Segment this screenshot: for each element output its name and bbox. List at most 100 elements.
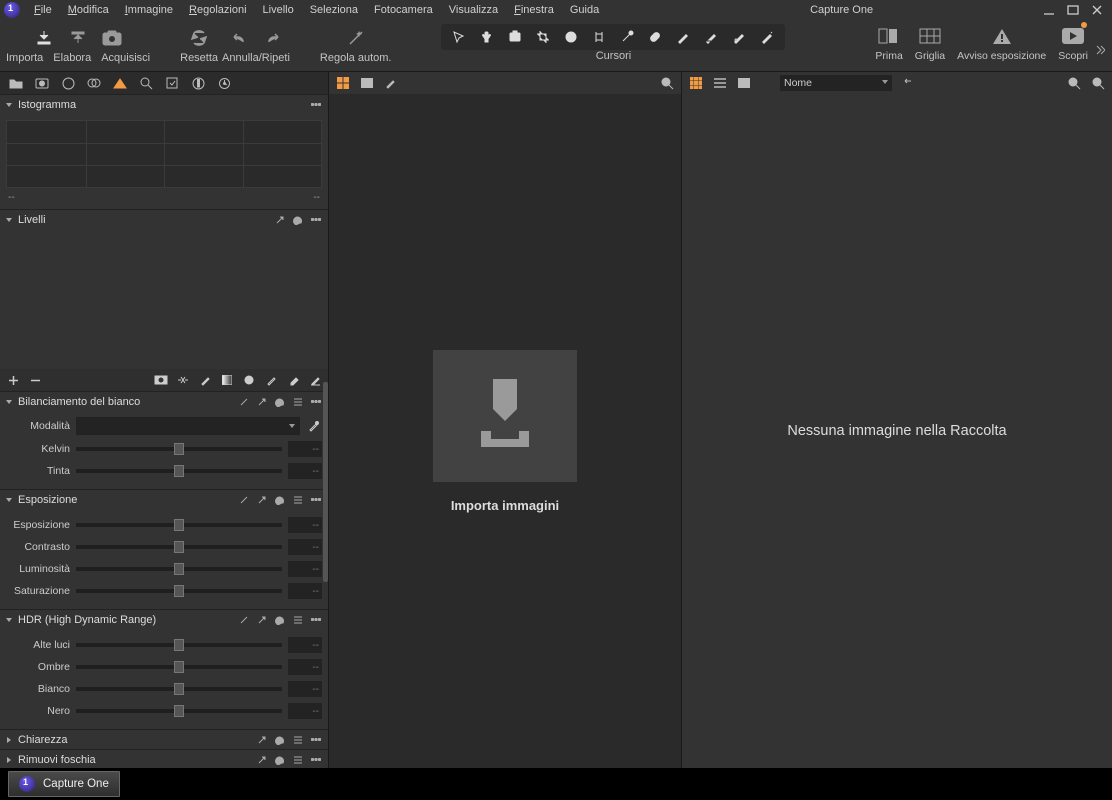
panel-reset-icon[interactable] — [274, 734, 286, 746]
browser-grid-icon[interactable] — [688, 75, 704, 91]
browser-list-icon[interactable] — [712, 75, 728, 91]
panel-menu-icon[interactable] — [310, 754, 322, 766]
import-dropzone[interactable] — [433, 350, 577, 482]
cursor-mask-draw-icon[interactable] — [675, 29, 691, 45]
panel-hdr-header[interactable]: HDR (High Dynamic Range) — [0, 609, 328, 629]
cursor-loupe-icon[interactable] — [507, 29, 523, 45]
menu-fotocamera[interactable]: Fotocamera — [366, 0, 441, 20]
panel-autoadjust-icon[interactable] — [238, 396, 250, 408]
cursor-pan-icon[interactable] — [479, 29, 495, 45]
hdr-value-0[interactable]: -- — [288, 637, 322, 653]
cursor-heal-icon[interactable] — [647, 29, 663, 45]
hdr-value-1[interactable]: -- — [288, 659, 322, 675]
panel-undock-icon[interactable] — [274, 214, 286, 226]
panel-undock-icon[interactable] — [256, 754, 268, 766]
window-maximize-icon[interactable] — [1066, 3, 1080, 17]
undo-icon[interactable] — [229, 28, 249, 48]
panel-menu-icon[interactable] — [310, 214, 322, 226]
menu-guida[interactable]: Guida — [562, 0, 607, 20]
panel-wb-header[interactable]: Bilanciamento del bianco — [0, 391, 328, 411]
cursor-mask-erase-icon[interactable] — [703, 29, 719, 45]
browser-filmstrip-icon[interactable] — [736, 75, 752, 91]
panel-preset-icon[interactable] — [292, 494, 304, 506]
panel-preset-icon[interactable] — [292, 754, 304, 766]
hdr-slider-1[interactable] — [76, 665, 282, 669]
exposure-value-2[interactable]: -- — [288, 561, 322, 577]
exposure-slider-0[interactable] — [76, 523, 282, 527]
tab-color-icon[interactable] — [112, 75, 128, 91]
panel-undock-icon[interactable] — [256, 614, 268, 626]
exposure-value-1[interactable]: -- — [288, 539, 322, 555]
tab-metadata-icon[interactable] — [190, 75, 206, 91]
toolbar-overflow-icon[interactable] — [1094, 24, 1106, 76]
capture-icon[interactable] — [102, 28, 122, 48]
tab-library-icon[interactable] — [8, 75, 24, 91]
cursor-gradient-icon[interactable] — [731, 29, 747, 45]
sidebar-scrollbar[interactable] — [323, 382, 328, 582]
cursor-rotate-icon[interactable] — [563, 29, 579, 45]
panel-menu-icon[interactable] — [310, 99, 322, 111]
import-icon[interactable] — [34, 28, 54, 48]
fill-mask-icon[interactable] — [286, 373, 300, 387]
menu-regolazioni[interactable]: Regolazioni — [181, 0, 255, 20]
exposure-slider-3[interactable] — [76, 589, 282, 593]
hdr-value-2[interactable]: -- — [288, 681, 322, 697]
wb-mode-select[interactable] — [76, 417, 300, 435]
view-grid-icon[interactable] — [335, 75, 351, 91]
hdr-slider-0[interactable] — [76, 643, 282, 647]
exposure-value-0[interactable]: -- — [288, 517, 322, 533]
cursor-keystone-icon[interactable] — [591, 29, 607, 45]
tab-output-icon[interactable] — [216, 75, 232, 91]
discover-button[interactable]: Scopri — [1052, 24, 1094, 62]
exposure-slider-2[interactable] — [76, 567, 282, 571]
cursor-select-icon[interactable] — [451, 29, 467, 45]
luma-mask-icon[interactable] — [154, 373, 168, 387]
menu-file[interactable]: File — [26, 0, 60, 20]
view-single-icon[interactable] — [359, 75, 375, 91]
sort-select[interactable]: Nome — [780, 75, 892, 91]
panel-preset-icon[interactable] — [292, 614, 304, 626]
redo-icon[interactable] — [263, 28, 283, 48]
menu-modifica[interactable]: Modifica — [60, 0, 117, 20]
before-after-button[interactable]: Prima — [869, 24, 908, 62]
wb-kelvin-value[interactable]: -- — [288, 441, 322, 457]
menu-finestra[interactable]: Finestra — [506, 0, 562, 20]
panel-menu-icon[interactable] — [310, 614, 322, 626]
eraser-icon[interactable] — [264, 373, 278, 387]
panel-exposure-header[interactable]: Esposizione — [0, 489, 328, 509]
cursor-crop-icon[interactable] — [535, 29, 551, 45]
panel-reset-icon[interactable] — [274, 494, 286, 506]
menu-seleziona[interactable]: Seleziona — [302, 0, 366, 20]
browser-filter-search-icon[interactable] — [1066, 75, 1082, 91]
tab-crop-icon[interactable] — [86, 75, 102, 91]
panel-dehaze-header[interactable]: Rimuovi foschia — [0, 749, 328, 768]
reset-icon[interactable] — [189, 28, 209, 48]
hdr-slider-3[interactable] — [76, 709, 282, 713]
menu-visualizza[interactable]: Visualizza — [441, 0, 506, 20]
sort-direction-icon[interactable] — [900, 75, 916, 91]
panel-reset-icon[interactable] — [274, 396, 286, 408]
window-close-icon[interactable] — [1090, 3, 1104, 17]
panel-reset-icon[interactable] — [274, 754, 286, 766]
panel-clarity-header[interactable]: Chiarezza — [0, 729, 328, 749]
autoadjust-icon[interactable] — [346, 28, 366, 48]
panel-histogram-header[interactable]: Istogramma — [0, 94, 328, 114]
brush-icon[interactable] — [198, 373, 212, 387]
exposure-slider-1[interactable] — [76, 545, 282, 549]
panel-autoadjust-icon[interactable] — [238, 494, 250, 506]
panel-undock-icon[interactable] — [256, 494, 268, 506]
cursor-radial-icon[interactable] — [759, 29, 775, 45]
exposure-warning-button[interactable]: Avviso esposizione — [951, 24, 1052, 62]
cursor-spot-icon[interactable] — [619, 29, 635, 45]
grid-button[interactable]: Griglia — [909, 24, 951, 62]
panel-preset-icon[interactable] — [292, 396, 304, 408]
panel-preset-icon[interactable] — [292, 734, 304, 746]
panel-reset-icon[interactable] — [292, 214, 304, 226]
panel-menu-icon[interactable] — [310, 396, 322, 408]
radial-mask-icon[interactable] — [242, 373, 256, 387]
panel-menu-icon[interactable] — [310, 494, 322, 506]
panel-undock-icon[interactable] — [256, 734, 268, 746]
process-icon[interactable] — [68, 28, 88, 48]
browser-search-icon[interactable] — [1090, 75, 1106, 91]
wb-tint-slider[interactable] — [76, 469, 282, 473]
